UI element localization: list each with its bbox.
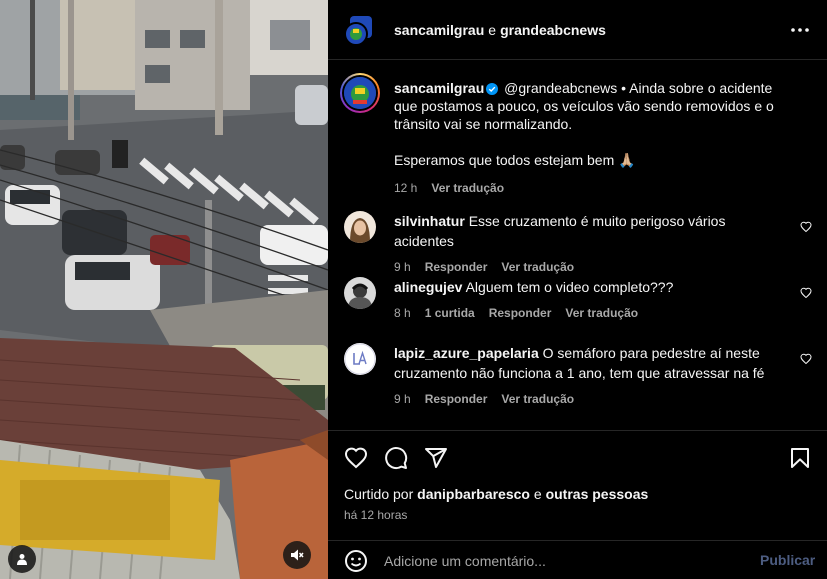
caption-meta: 12 h Ver tradução xyxy=(394,179,798,197)
comment-avatar-image xyxy=(344,211,376,243)
heart-icon[interactable] xyxy=(800,221,812,233)
comment-reply-button[interactable]: Responder xyxy=(489,306,552,320)
more-options-button[interactable] xyxy=(788,18,812,42)
comment-username[interactable]: alinegujev xyxy=(394,279,462,295)
comment-reply-button[interactable]: Responder xyxy=(425,392,488,406)
post-authors: sancamilgrau e grandeabcnews xyxy=(394,22,606,38)
comment-meta: 9 h Responder Ver tradução xyxy=(394,257,789,277)
user-icon xyxy=(17,554,27,565)
comment-likes-count[interactable]: 1 curtida xyxy=(425,306,475,320)
liked-by: Curtido por danipbarbaresco e outras pes… xyxy=(344,486,648,502)
liked-by-user[interactable]: danipbarbaresco xyxy=(417,486,530,502)
post-actions: Curtido por danipbarbaresco e outras pes… xyxy=(328,430,827,530)
comment-body: lapiz_azure_papelaria O semáforo para pe… xyxy=(394,343,789,409)
author-avatar-image xyxy=(344,16,372,46)
caption-body: sancamilgrau @grandeabcnews • Ainda sobr… xyxy=(394,79,798,197)
caption-avatar-image xyxy=(344,77,376,109)
caption-translate-link[interactable]: Ver tradução xyxy=(431,181,504,195)
post-video[interactable] xyxy=(0,0,328,579)
comment-avatar-image xyxy=(344,277,376,309)
video-frame xyxy=(0,0,328,579)
heart-icon[interactable] xyxy=(800,353,812,365)
tagged-users-button[interactable] xyxy=(8,545,36,573)
coauthor-username[interactable]: grandeabcnews xyxy=(500,22,606,38)
liked-by-others[interactable]: outras pessoas xyxy=(546,486,649,502)
comment-time[interactable]: 9 h xyxy=(394,392,411,406)
caption-avatar[interactable] xyxy=(340,73,380,113)
comment-avatar[interactable] xyxy=(344,343,376,375)
comment-text: Alguem tem o video completo??? xyxy=(465,279,674,295)
share-button[interactable] xyxy=(423,445,449,471)
liked-by-prefix: Curtido por xyxy=(344,486,414,502)
heart-icon xyxy=(344,447,368,469)
caption-mention[interactable]: @grandeabcnews xyxy=(504,80,617,96)
bookmark-icon xyxy=(791,448,809,468)
comment-time[interactable]: 9 h xyxy=(394,260,411,274)
liked-by-conj: e xyxy=(533,486,542,502)
comment-avatar[interactable] xyxy=(344,211,376,243)
post-details-panel: sancamilgrau e grandeabcnews sancamilgra… xyxy=(328,0,827,579)
comment-button[interactable] xyxy=(383,445,409,471)
comment-translate-link[interactable]: Ver tradução xyxy=(501,392,574,406)
comment-input[interactable] xyxy=(384,551,744,571)
share-icon xyxy=(425,448,447,468)
comment-icon xyxy=(385,447,408,470)
comment-body: silvinhatur Esse cruzamento é muito peri… xyxy=(394,211,789,277)
heart-icon[interactable] xyxy=(800,287,812,299)
authors-separator: e xyxy=(488,22,497,38)
save-button[interactable] xyxy=(787,445,813,471)
author-username[interactable]: sancamilgrau xyxy=(394,22,484,38)
comment-username[interactable]: lapiz_azure_papelaria xyxy=(394,345,539,361)
publish-button[interactable]: Publicar xyxy=(760,552,815,568)
comment-avatar-image xyxy=(344,343,376,375)
caption-message-2: Esperamos que todos estejam bem 🙏🏼 xyxy=(394,152,636,168)
comment-composer: Publicar xyxy=(328,540,827,579)
post-time[interactable]: há 12 horas xyxy=(344,508,407,522)
comment-time[interactable]: 8 h xyxy=(394,306,411,320)
comment-meta: 9 h Responder Ver tradução xyxy=(394,389,789,409)
mute-button[interactable] xyxy=(283,541,311,569)
comment-translate-link[interactable]: Ver tradução xyxy=(501,260,574,274)
comment-body: alinegujev Alguem tem o video completo??… xyxy=(394,277,789,323)
more-options-icon xyxy=(791,28,809,32)
comments-section[interactable]: sancamilgrau @grandeabcnews • Ainda sobr… xyxy=(328,61,827,429)
verified-badge-icon xyxy=(486,83,499,95)
comment-reply-button[interactable]: Responder xyxy=(425,260,488,274)
emoji-icon[interactable] xyxy=(344,549,368,573)
comment-translate-link[interactable]: Ver tradução xyxy=(565,306,638,320)
post-header: sancamilgrau e grandeabcnews xyxy=(328,0,827,60)
caption-text: sancamilgrau @grandeabcnews • Ainda sobr… xyxy=(394,79,798,133)
caption-time[interactable]: 12 h xyxy=(394,181,417,195)
comment-meta: 8 h 1 curtida Responder Ver tradução xyxy=(394,303,789,323)
comment-avatar[interactable] xyxy=(344,277,376,309)
like-button[interactable] xyxy=(343,445,369,471)
speaker-muted-icon xyxy=(291,549,304,561)
comment-username[interactable]: silvinhatur xyxy=(394,213,465,229)
caption-username[interactable]: sancamilgrau xyxy=(394,80,484,96)
author-avatar[interactable] xyxy=(344,14,376,46)
